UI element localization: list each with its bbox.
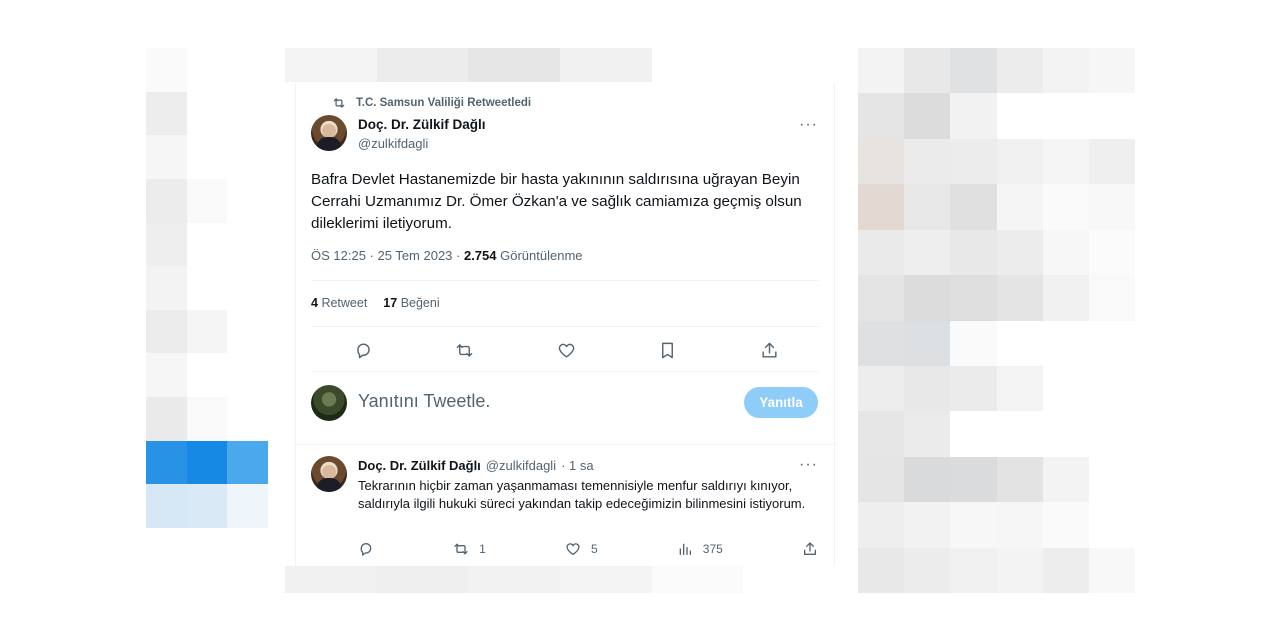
divider	[311, 326, 819, 327]
share-icon	[803, 542, 816, 555]
author-avatar[interactable]	[311, 115, 347, 151]
bookmark-icon	[662, 342, 673, 358]
reply-author-avatar[interactable]	[311, 456, 347, 492]
share-button[interactable]	[757, 338, 781, 362]
blurred-top-strip	[285, 48, 835, 82]
tweet-timestamp[interactable]: ÖS 12:25 · 25 Tem 2023 ·	[311, 248, 464, 263]
reply-more-options-icon[interactable]: ···	[799, 456, 818, 474]
share-icon	[761, 342, 777, 358]
reply-author-name[interactable]: Doç. Dr. Zülkif Dağlı	[358, 458, 481, 473]
blurred-right-panel	[858, 48, 1135, 593]
tweet-meta: ÖS 12:25 · 25 Tem 2023 · 2.754 Görüntüle…	[311, 248, 583, 263]
divider	[296, 444, 834, 445]
reply-timestamp[interactable]: · 1 sa	[561, 458, 594, 473]
like-stat[interactable]: 17 Beğeni	[383, 296, 439, 310]
like-icon	[558, 343, 574, 358]
author-name[interactable]: Doç. Dr. Zülkif Dağlı	[358, 117, 486, 132]
like-button[interactable]	[554, 338, 578, 362]
view-count: 2.754	[463, 248, 497, 263]
reply-icon	[360, 543, 372, 556]
reply-retweet-count: 1	[479, 542, 486, 556]
tweet-text: Bafra Devlet Hastanemizde bir hasta yakı…	[311, 171, 802, 232]
reply-actions: 1 5 375	[358, 541, 818, 557]
like-icon	[566, 543, 580, 555]
reply-text: Tekrarının hiçbir zaman yaşanmaması teme…	[358, 478, 806, 511]
reply-share-button[interactable]	[802, 541, 818, 557]
reply-retweet-button[interactable]: 1	[453, 541, 486, 557]
reply-input[interactable]: Yanıtını Tweetle.	[358, 391, 490, 412]
author-handle[interactable]: @zulkifdagli	[358, 136, 428, 151]
retweet-stat[interactable]: 4 Retweet	[311, 296, 367, 310]
tweet-actions	[351, 338, 781, 362]
retweet-icon	[333, 98, 345, 108]
views-icon	[679, 543, 691, 555]
blurred-left-panel	[146, 48, 268, 528]
bookmark-button[interactable]	[656, 338, 680, 362]
retweet-button[interactable]	[453, 338, 477, 362]
retweeted-by[interactable]: T.C. Samsun Valiliği Retweetledi	[332, 96, 531, 110]
reply-author-handle[interactable]: @zulkifdagli	[486, 458, 556, 473]
reply-reply-button[interactable]	[358, 541, 374, 557]
reply-view-count: 375	[702, 542, 723, 556]
tweet-stats: 4 Retweet 17 Beğeni	[311, 296, 440, 310]
divider	[311, 371, 819, 372]
retweeted-by-label: T.C. Samsun Valiliği Retweetledi	[356, 97, 532, 109]
reply-like-count: 5	[590, 542, 598, 556]
retweet-icon	[456, 343, 473, 357]
tweet-card: T.C. Samsun Valiliği Retweetledi Doç. Dr…	[295, 84, 835, 566]
reply-like-button[interactable]: 5	[565, 541, 598, 557]
current-user-avatar[interactable]	[311, 385, 347, 421]
reply-button[interactable]	[351, 338, 375, 362]
blurred-bottom-strip	[285, 566, 835, 593]
view-count-label: Görüntülenme	[496, 248, 583, 263]
reply-submit-button[interactable]: Yanıtla	[744, 387, 818, 418]
divider	[311, 280, 819, 281]
retweet-icon	[454, 543, 468, 555]
reply-views-button[interactable]: 375	[677, 541, 723, 557]
reply-icon	[356, 342, 370, 358]
reply-header: Doç. Dr. Zülkif Dağlı @zulkifdagli · 1 s…	[358, 458, 594, 473]
more-options-icon[interactable]: ···	[799, 116, 818, 134]
